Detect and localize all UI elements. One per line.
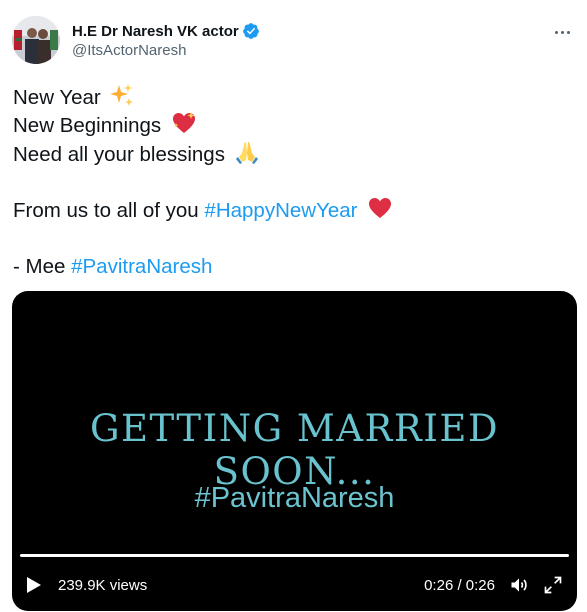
display-name[interactable]: H.E Dr Naresh VK actor: [72, 23, 239, 40]
video-time: 0:26 / 0:26: [424, 576, 495, 594]
tweet-line: Need all your blessings: [13, 140, 573, 168]
tweet-line-text: - Mee: [13, 254, 66, 278]
tweet-line-text: Need all your blessings: [13, 142, 225, 166]
sparkling-heart-icon: [172, 112, 195, 134]
tweet-line: New Beginnings: [13, 111, 573, 139]
fullscreen-icon[interactable]: [543, 575, 563, 595]
hashtag-link[interactable]: #PavitraNaresh: [71, 255, 212, 278]
video-player[interactable]: GETTING MARRIED SOON... #PavitraNaresh 2…: [12, 291, 577, 611]
play-icon[interactable]: [26, 576, 42, 594]
tweet-line-text: New Beginnings: [13, 114, 162, 138]
tweet-line: From us to all of you #HappyNewYear: [13, 196, 573, 224]
video-caption-hashtag: #PavitraNaresh: [194, 482, 395, 514]
tweet-text: New Year New Beginnings Need all your bl…: [13, 83, 573, 281]
avatar-photo-icon: [12, 16, 60, 64]
avatar[interactable]: [12, 16, 60, 64]
video-caption-main: GETTING MARRIED SOON...: [89, 407, 500, 493]
video-progress-bar[interactable]: [20, 554, 569, 557]
tweet-line: New Year: [13, 83, 573, 111]
verified-badge-icon: [242, 23, 259, 39]
view-count: 239.9K views: [58, 576, 148, 594]
more-options-icon[interactable]: [549, 22, 575, 42]
handle[interactable]: @ItsActorNaresh: [72, 42, 260, 59]
tweet-line: - Mee #PavitraNaresh: [13, 253, 573, 281]
tweet-card: H.E Dr Naresh VK actor @ItsActorNaresh N…: [0, 0, 587, 612]
volume-icon[interactable]: [509, 575, 529, 595]
video-controls: 239.9K views 0:26 / 0:26: [12, 567, 577, 603]
folded-hands-icon: [235, 141, 258, 164]
tweet-line-text: From us to all of you: [13, 199, 199, 223]
sparkles-icon: [110, 84, 134, 106]
tweet-line-text: New Year: [13, 86, 101, 109]
red-heart-icon: [369, 198, 392, 219]
hashtag-link[interactable]: #HappyNewYear: [204, 199, 357, 222]
tweet-header: H.E Dr Naresh VK actor @ItsActorNaresh: [12, 15, 260, 65]
